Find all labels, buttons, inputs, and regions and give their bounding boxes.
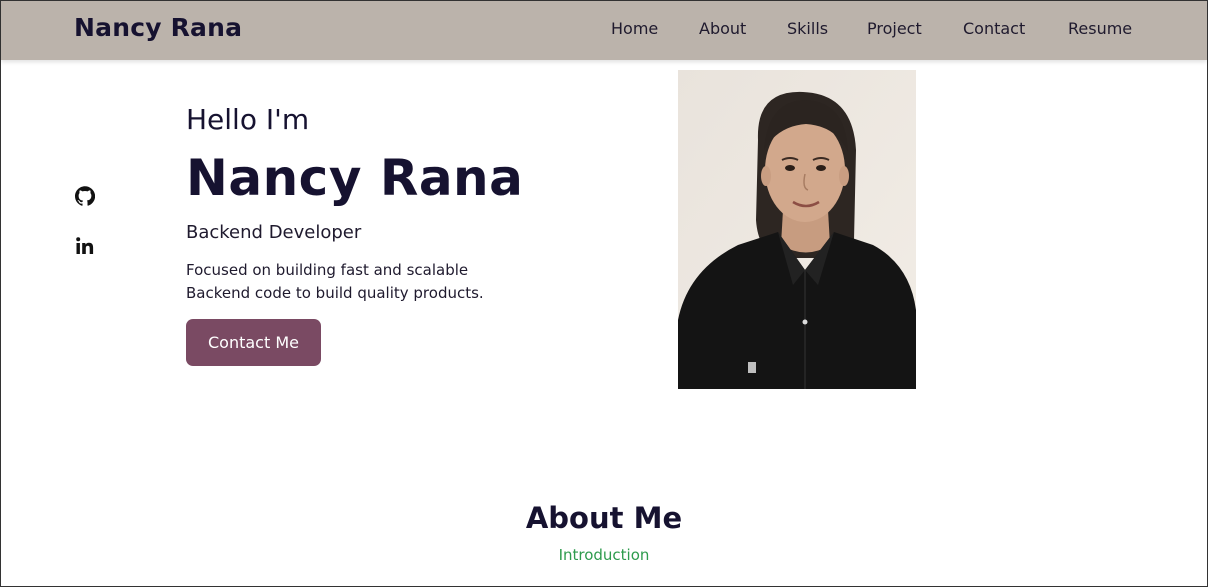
nav-links: Home About Skills Project Contact Resume (1, 19, 1207, 43)
linkedin-icon[interactable] (75, 236, 97, 258)
nav-link-skills[interactable]: Skills (787, 19, 828, 38)
hero-tagline-line2: Backend code to build quality products. (186, 284, 484, 302)
hero-name: Nancy Rana (186, 149, 524, 207)
hero-greeting: Hello I'm (186, 103, 310, 136)
hero-role: Backend Developer (186, 222, 362, 243)
nav-link-contact[interactable]: Contact (963, 19, 1025, 38)
hero-tagline: Focused on building fast and scalable Ba… (186, 259, 516, 305)
nav-link-resume[interactable]: Resume (1068, 19, 1132, 38)
nav-link-home[interactable]: Home (611, 19, 658, 38)
contact-me-button[interactable]: Contact Me (186, 319, 321, 366)
profile-photo (678, 70, 916, 389)
top-navbar: Nancy Rana Home About Skills Project Con… (1, 1, 1207, 60)
about-subtitle: Introduction (558, 546, 650, 564)
github-icon[interactable] (75, 186, 97, 208)
nav-link-project[interactable]: Project (867, 19, 922, 38)
hero-tagline-line1: Focused on building fast and scalable (186, 261, 469, 279)
nav-link-about[interactable]: About (699, 19, 746, 38)
about-title: About Me (525, 501, 683, 535)
